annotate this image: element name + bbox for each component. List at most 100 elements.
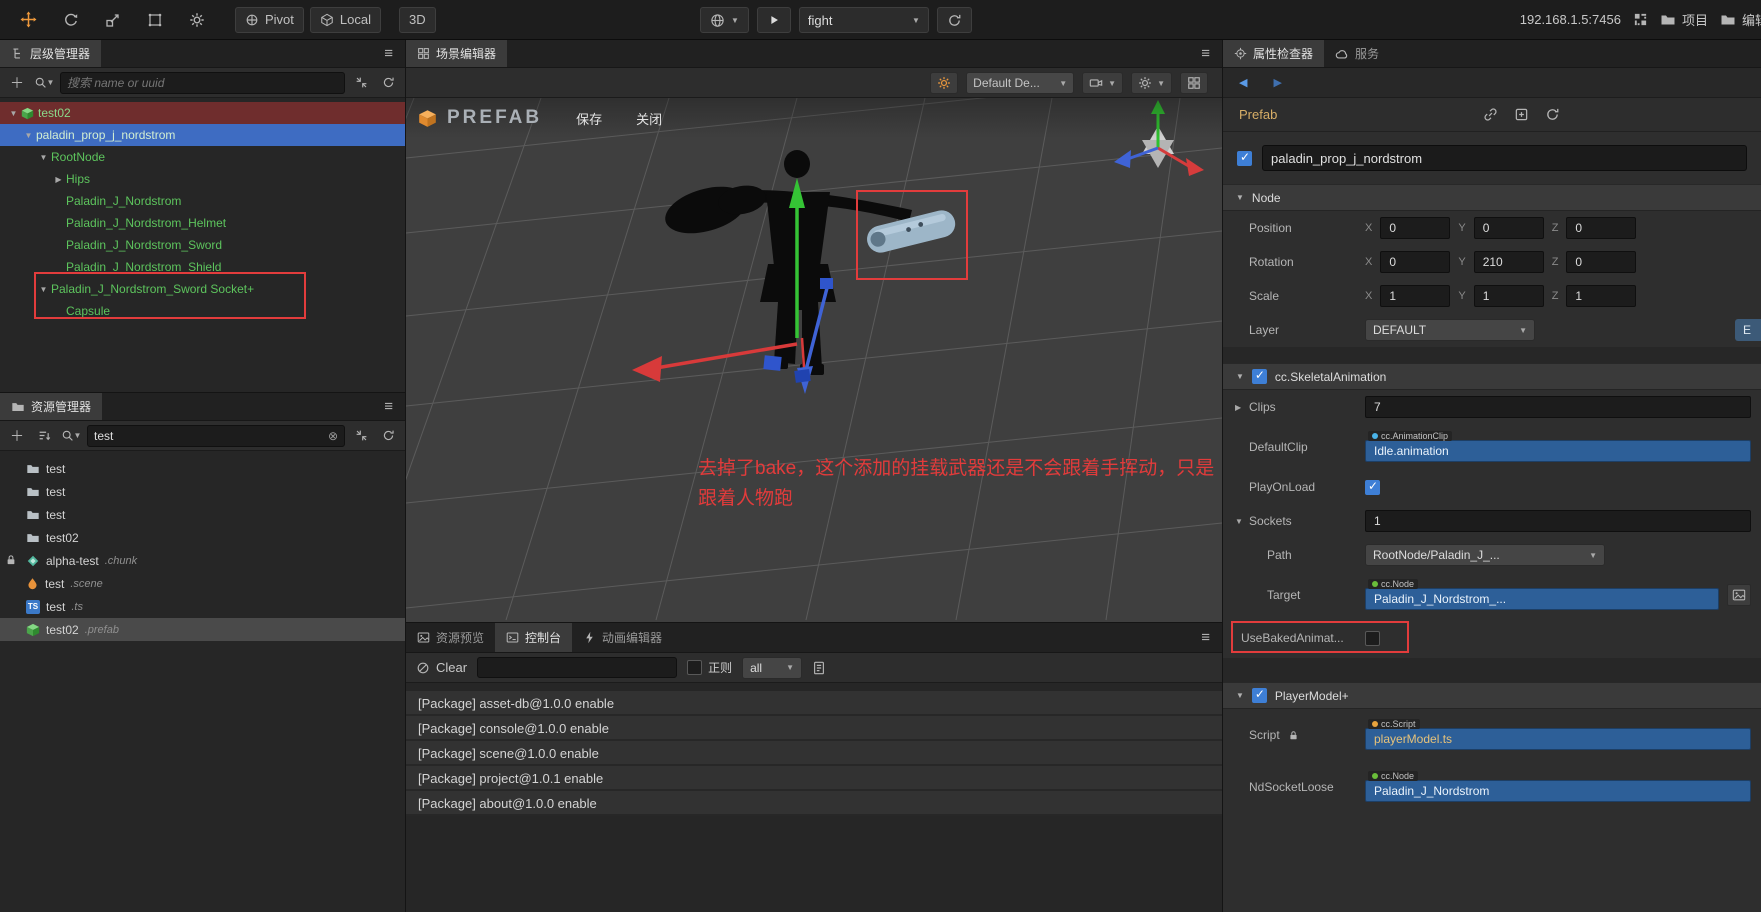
add-asset-button[interactable]: ＋ xyxy=(6,425,28,447)
tree-node[interactable]: ▼ test02 xyxy=(0,102,405,124)
expand-arrow-icon[interactable]: ▶ xyxy=(51,175,66,184)
open-editor-button[interactable]: 编辑器 xyxy=(1720,10,1761,29)
section-skeletal-animation[interactable]: ▼ cc.SkeletalAnimation xyxy=(1223,363,1761,390)
search-filter-button[interactable]: ▼ xyxy=(60,425,82,447)
refresh-hierarchy-button[interactable] xyxy=(377,72,399,94)
sort-assets-button[interactable] xyxy=(33,425,55,447)
tab-console[interactable]: 控制台 xyxy=(495,623,573,652)
collapse-arrow-icon[interactable]: ▼ xyxy=(36,285,51,294)
rotation-z-input[interactable]: 0 xyxy=(1566,251,1637,273)
clips-count-input[interactable]: 7 xyxy=(1365,396,1751,418)
rect-tool-button[interactable] xyxy=(137,7,173,33)
tree-node[interactable]: ▶ Hips xyxy=(0,168,405,190)
section-node[interactable]: ▼ Node xyxy=(1223,184,1761,211)
scale-tool-button[interactable] xyxy=(95,7,131,33)
collapse-arrow-icon[interactable]: ▼ xyxy=(36,153,51,162)
section-player-model[interactable]: ▼ PlayerModel+ xyxy=(1223,682,1761,709)
refresh-preview-button[interactable] xyxy=(936,7,972,33)
scene-gizmo-settings-button[interactable] xyxy=(930,72,959,94)
collapse-all-button[interactable] xyxy=(350,72,372,94)
hierarchy-search-input[interactable] xyxy=(67,75,338,90)
nav-back-button[interactable]: ◀ xyxy=(1239,76,1247,89)
rotation-x-input[interactable]: 0 xyxy=(1380,251,1451,273)
asset-item[interactable]: test xyxy=(0,503,405,526)
position-z-input[interactable]: 0 xyxy=(1566,217,1637,239)
refresh-assets-button[interactable] xyxy=(377,425,399,447)
node-name-input[interactable] xyxy=(1262,145,1747,171)
collapse-all-button[interactable] xyxy=(350,425,372,447)
asset-item[interactable]: test .scene xyxy=(0,572,405,595)
tree-node[interactable]: Capsule xyxy=(0,300,405,322)
clear-console-button[interactable]: Clear xyxy=(416,660,467,675)
default-clip-field[interactable]: Idle.animation xyxy=(1365,440,1751,462)
scale-x-input[interactable]: 1 xyxy=(1380,285,1451,307)
script-field[interactable]: playerModel.ts xyxy=(1365,728,1751,750)
scale-z-input[interactable]: 1 xyxy=(1566,285,1637,307)
tab-service[interactable]: 服务 xyxy=(1324,40,1390,67)
layout-button[interactable] xyxy=(1180,72,1208,94)
camera-profile-select[interactable]: Default De... ▼ xyxy=(966,72,1075,94)
asset-item[interactable]: test xyxy=(0,480,405,503)
scene-settings-button[interactable]: ▼ xyxy=(1131,72,1172,94)
expand-arrow-icon[interactable]: ▶ xyxy=(1235,403,1249,412)
rotation-y-input[interactable]: 210 xyxy=(1473,251,1544,273)
use-baked-animation-checkbox[interactable] xyxy=(1365,630,1380,646)
socket-target-field[interactable]: Paladin_J_Nordstrom_... xyxy=(1365,588,1719,610)
tree-node[interactable]: Paladin_J_Nordstrom_Sword xyxy=(0,234,405,256)
play-on-load-checkbox[interactable] xyxy=(1365,479,1380,495)
clear-search-icon[interactable]: ⊗ xyxy=(328,429,338,443)
collapse-arrow-icon[interactable]: ▼ xyxy=(21,131,36,140)
socket-path-select[interactable]: RootNode/Paladin_J_... ▼ xyxy=(1365,544,1605,566)
prefab-close-button[interactable]: 关闭 xyxy=(636,109,662,128)
log-line[interactable]: [Package] about@1.0.0 enable xyxy=(406,791,1222,816)
position-y-input[interactable]: 0 xyxy=(1473,217,1544,239)
console-filter-input[interactable] xyxy=(477,657,678,678)
hierarchy-menu-icon[interactable]: ≡ xyxy=(372,45,405,62)
position-x-input[interactable]: 0 xyxy=(1380,217,1451,239)
regex-checkbox[interactable] xyxy=(687,660,703,675)
node-active-checkbox[interactable] xyxy=(1237,150,1252,166)
nav-forward-button[interactable]: ▶ xyxy=(1273,76,1281,89)
tab-inspector[interactable]: 属性检查器 xyxy=(1223,40,1325,67)
tree-node[interactable]: Paladin_J_Nordstrom xyxy=(0,190,405,212)
open-project-button[interactable]: 项目 xyxy=(1660,10,1708,29)
asset-item[interactable]: test02 xyxy=(0,526,405,549)
log-line[interactable]: [Package] console@1.0.0 enable xyxy=(406,716,1222,741)
asset-item[interactable]: test xyxy=(0,457,405,480)
tab-asset-preview[interactable]: 资源预览 xyxy=(406,623,495,652)
unlink-prefab-icon[interactable] xyxy=(1483,107,1498,122)
tree-node-selected[interactable]: ▼ paladin_prop_j_nordstrom xyxy=(0,124,405,146)
asset-item[interactable]: TS test .ts xyxy=(0,595,405,618)
preview-platform-button[interactable]: ▼ xyxy=(700,7,749,33)
tree-node[interactable]: ▼ RootNode xyxy=(0,146,405,168)
locate-prefab-icon[interactable] xyxy=(1514,107,1529,122)
asset-item[interactable]: alpha-test .chunk xyxy=(0,549,405,572)
gizmo-settings-button[interactable] xyxy=(179,7,215,33)
reset-prefab-icon[interactable] xyxy=(1545,107,1560,122)
log-line[interactable]: [Package] scene@1.0.0 enable xyxy=(406,741,1222,766)
tab-scene[interactable]: 场景编辑器 xyxy=(406,40,508,67)
tree-node[interactable]: ▼ Paladin_J_Nordstrom_Sword Socket+ xyxy=(0,278,405,300)
log-line[interactable]: [Package] asset-db@1.0.0 enable xyxy=(406,691,1222,716)
add-node-button[interactable]: ＋ xyxy=(6,72,28,94)
tab-animation-editor[interactable]: 动画编辑器 xyxy=(572,623,673,652)
local-toggle-button[interactable]: Local xyxy=(309,6,381,33)
search-filter-button[interactable]: ▼ xyxy=(33,72,55,94)
tab-assets[interactable]: 资源管理器 xyxy=(0,393,103,420)
qr-code-icon[interactable] xyxy=(1633,12,1648,27)
tree-node[interactable]: Paladin_J_Nordstrom_Helmet xyxy=(0,212,405,234)
component-enabled-checkbox[interactable] xyxy=(1251,368,1267,384)
edit-layers-button[interactable]: E xyxy=(1735,319,1761,341)
assets-search-input[interactable] xyxy=(94,428,324,443)
log-level-select[interactable]: all ▼ xyxy=(742,656,803,679)
pick-node-button[interactable] xyxy=(1727,584,1751,606)
move-tool-button[interactable] xyxy=(10,7,47,33)
collapse-arrow-icon[interactable]: ▼ xyxy=(1235,517,1249,526)
rotate-tool-button[interactable] xyxy=(53,7,89,33)
play-button[interactable] xyxy=(756,7,791,33)
scale-y-input[interactable]: 1 xyxy=(1473,285,1544,307)
log-line[interactable]: [Package] project@1.0.1 enable xyxy=(406,766,1222,791)
collapse-arrow-icon[interactable]: ▼ xyxy=(6,109,21,118)
pivot-toggle-button[interactable]: Pivot xyxy=(235,6,304,33)
camera-view-button[interactable]: ▼ xyxy=(1082,72,1124,94)
